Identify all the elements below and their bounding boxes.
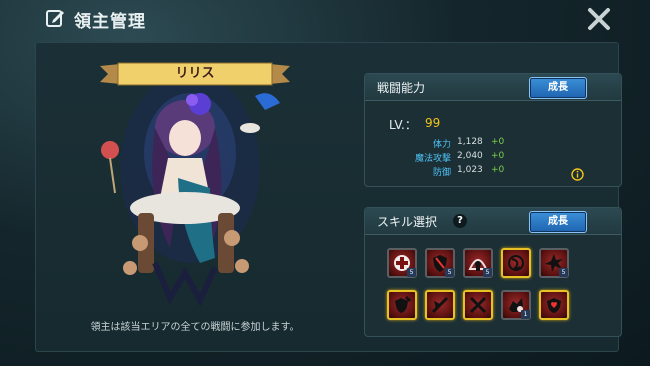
panel-header: スキル選択 ? 成長: [365, 208, 621, 235]
skill-level: 5: [407, 268, 416, 277]
title-bar: 領主管理: [0, 0, 650, 38]
skills-grow-button[interactable]: 成長: [529, 211, 587, 233]
skill-slot[interactable]: [425, 290, 455, 320]
stat-name: 防御: [432, 168, 451, 178]
skill-level: 5: [483, 268, 492, 277]
stat-bonus: +0: [491, 151, 505, 161]
stat-name: 体力: [432, 140, 451, 150]
info-icon[interactable]: [571, 168, 584, 181]
skill-slot[interactable]: 5: [463, 248, 493, 278]
stat-name: 魔法攻撃: [414, 154, 451, 164]
page-title: 領主管理: [74, 12, 146, 32]
stat-value: 1,023: [457, 165, 483, 175]
skill-slot[interactable]: 1: [501, 290, 531, 320]
skill-slot[interactable]: 5: [539, 248, 569, 278]
skill-level: 5: [559, 268, 568, 277]
skill-slot[interactable]: [501, 248, 531, 278]
heart-shield-icon: [547, 298, 561, 313]
stat-value: 2,040: [457, 151, 483, 161]
skill-select-panel: スキル選択 ? 成長 5 5 5 5 1: [364, 207, 622, 337]
skill-slot[interactable]: [387, 290, 417, 320]
lord-caption: 領主は該当エリアの全ての戦闘に参加します。: [90, 322, 300, 333]
skills-title: スキル選択: [377, 215, 438, 229]
crossed-swords-icon: [469, 296, 487, 314]
level-value: 99: [425, 116, 441, 130]
character-portrait: [101, 73, 280, 307]
stat-bonus: +0: [491, 137, 505, 147]
level-label: LV.：: [389, 118, 417, 132]
help-icon[interactable]: ?: [453, 214, 467, 228]
close-icon[interactable]: [584, 4, 614, 34]
stat-bonus: +0: [491, 165, 505, 175]
skill-level: 1: [521, 310, 530, 319]
skill-level: 5: [445, 268, 454, 277]
skill-slot[interactable]: 5: [387, 248, 417, 278]
shield-strike-icon: [395, 295, 412, 313]
stats-title: 戦闘能力: [377, 81, 426, 95]
skill-slot[interactable]: [463, 290, 493, 320]
edit-icon: [46, 10, 64, 27]
stats-grow-button[interactable]: 成長: [529, 77, 587, 99]
stat-row-magic-attack: 魔法攻撃 2,040 +0: [365, 151, 621, 164]
combat-stats-panel: 戦闘能力 成長 LV.： 99 体力 1,128 +0 魔法攻撃 2,040 +…: [364, 73, 622, 187]
skill-slot[interactable]: [539, 290, 569, 320]
skill-slot[interactable]: 5: [425, 248, 455, 278]
stat-value: 1,128: [457, 137, 483, 147]
stat-row-hp: 体力 1,128 +0: [365, 137, 621, 150]
character-name: リリス: [175, 66, 215, 81]
slash-icon: [431, 296, 449, 314]
rune-icon: [508, 255, 524, 271]
panel-header: 戦闘能力 成長: [365, 74, 621, 101]
